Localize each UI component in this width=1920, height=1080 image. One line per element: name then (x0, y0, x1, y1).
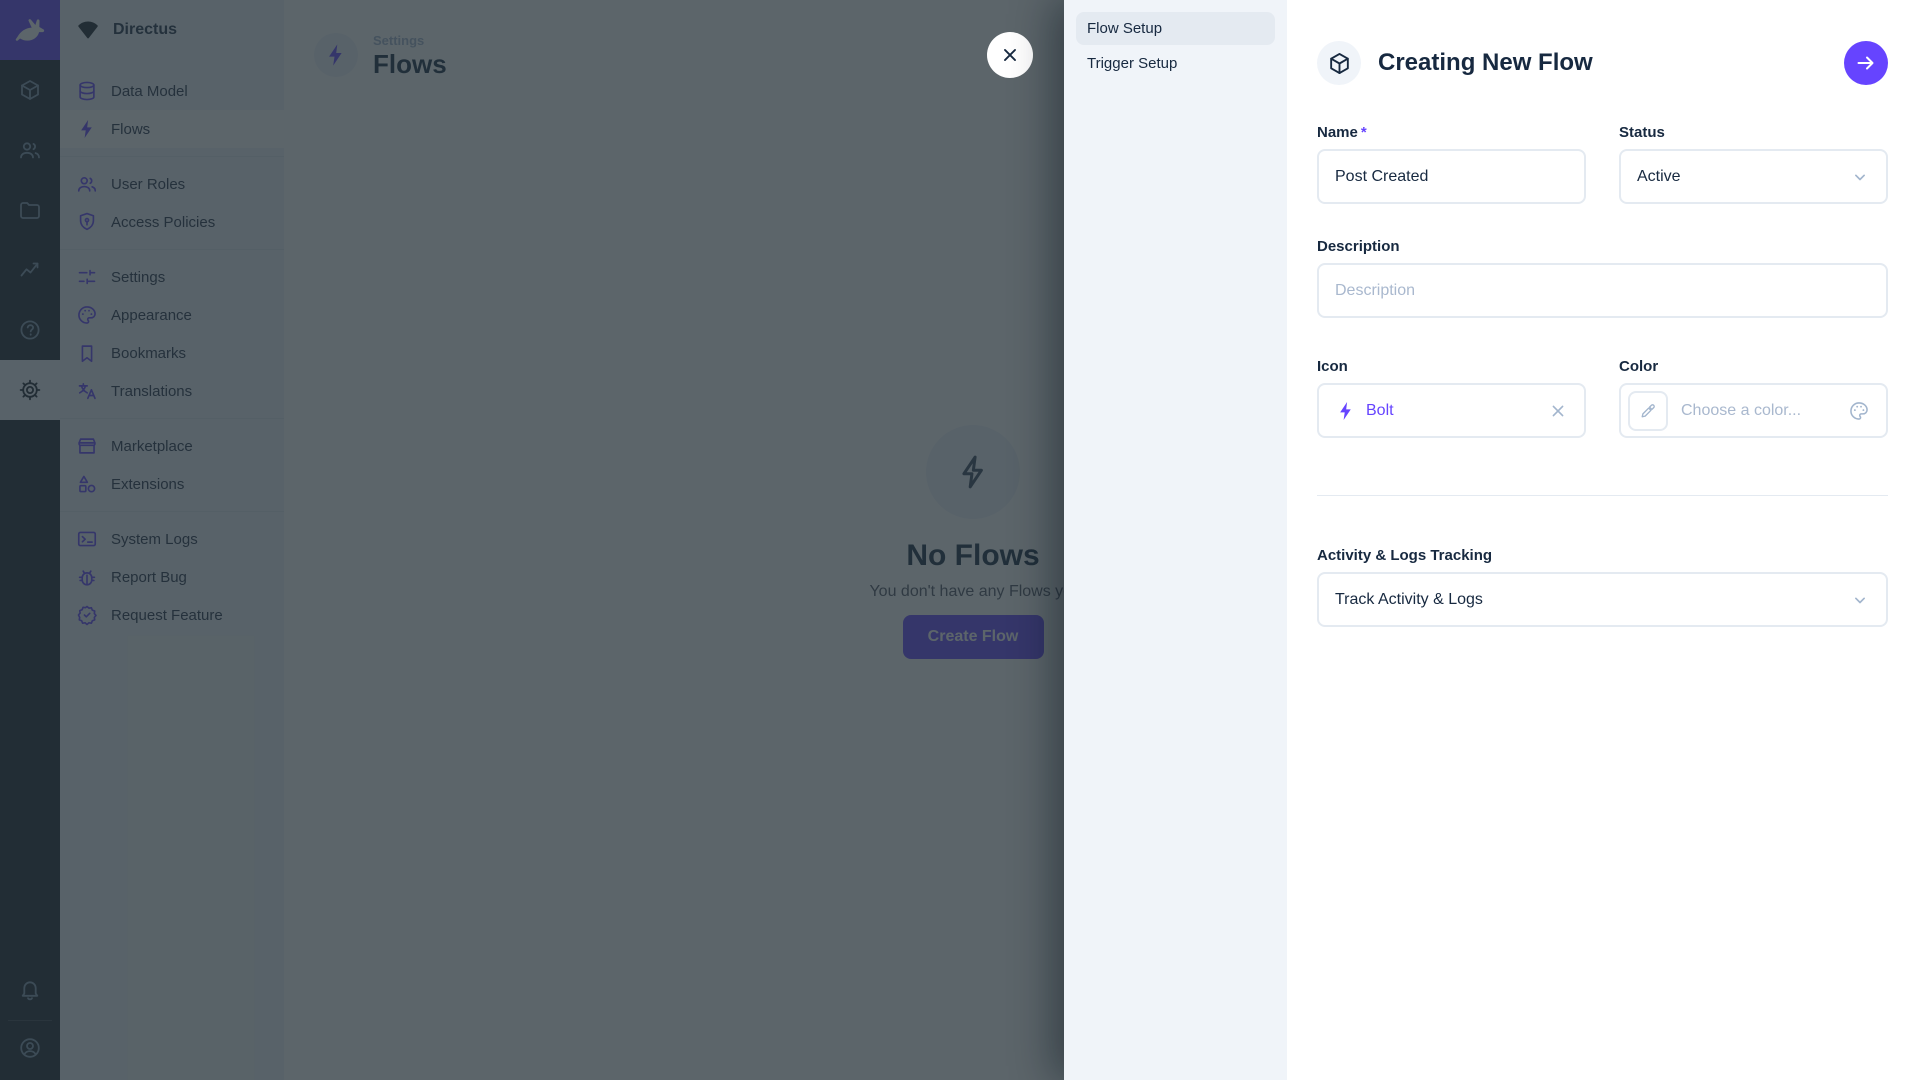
submit-flow-button[interactable] (1844, 41, 1888, 85)
color-field-group: Color Choose a color... (1619, 358, 1888, 438)
status-value: Active (1637, 168, 1681, 186)
close-icon (999, 44, 1021, 66)
create-flow-drawer: Flow Setup Trigger Setup Creating New Flo… (1064, 0, 1920, 1080)
arrow-right-icon (1854, 51, 1878, 75)
drawer-nav-label: Flow Setup (1087, 20, 1162, 37)
close-drawer-button[interactable] (987, 32, 1033, 78)
color-placeholder: Choose a color... (1681, 402, 1801, 420)
drawer-nav: Flow Setup Trigger Setup (1064, 0, 1287, 1080)
clear-icon-button[interactable] (1548, 401, 1568, 421)
eyedropper-icon (1639, 402, 1657, 420)
eyedropper-button[interactable] (1628, 391, 1668, 431)
name-label: Name* (1317, 124, 1586, 141)
icon-label: Icon (1317, 358, 1586, 375)
drawer-header: Creating New Flow (1317, 33, 1888, 93)
tracking-field-group: Activity & Logs Tracking Track Activity … (1317, 547, 1888, 627)
drawer-title: Creating New Flow (1378, 49, 1827, 77)
name-input[interactable] (1317, 149, 1586, 204)
required-asterisk: * (1361, 124, 1367, 141)
drawer-nav-label: Trigger Setup (1087, 55, 1177, 72)
tracking-value: Track Activity & Logs (1335, 591, 1483, 609)
status-field-group: Status Active (1619, 124, 1888, 204)
name-field-group: Name* (1317, 124, 1586, 204)
status-label: Status (1619, 124, 1888, 141)
color-label: Color (1619, 358, 1888, 375)
section-divider (1317, 495, 1888, 496)
description-input[interactable] (1317, 263, 1888, 318)
tracking-select[interactable]: Track Activity & Logs (1317, 572, 1888, 627)
name-status-row: Name* Status Active (1317, 124, 1888, 204)
chevron-down-icon (1850, 590, 1870, 610)
drawer-header-icon-circle (1317, 41, 1361, 85)
icon-field-group: Icon Bolt (1317, 358, 1586, 438)
app-window: Directus Data ModelFlowsUser RolesAccess… (0, 0, 1920, 1080)
palette-icon[interactable] (1848, 400, 1870, 422)
chevron-down-icon (1850, 167, 1870, 187)
description-label: Description (1317, 238, 1888, 255)
description-field-group: Description (1317, 238, 1888, 318)
tracking-label: Activity & Logs Tracking (1317, 547, 1888, 564)
icon-select[interactable]: Bolt (1317, 383, 1586, 438)
icon-value: Bolt (1366, 402, 1394, 420)
drawer-main: Creating New Flow Name* Status Active (1287, 0, 1920, 1080)
flow-setup-form: Name* Status Active Descri (1317, 124, 1888, 627)
cube-icon (1327, 51, 1352, 76)
color-input[interactable]: Choose a color... (1619, 383, 1888, 438)
drawer-nav-trigger-setup[interactable]: Trigger Setup (1076, 47, 1275, 80)
icon-color-row: Icon Bolt Color (1317, 358, 1888, 438)
bolt-icon (1335, 400, 1357, 422)
drawer-nav-flow-setup[interactable]: Flow Setup (1076, 12, 1275, 45)
status-select[interactable]: Active (1619, 149, 1888, 204)
